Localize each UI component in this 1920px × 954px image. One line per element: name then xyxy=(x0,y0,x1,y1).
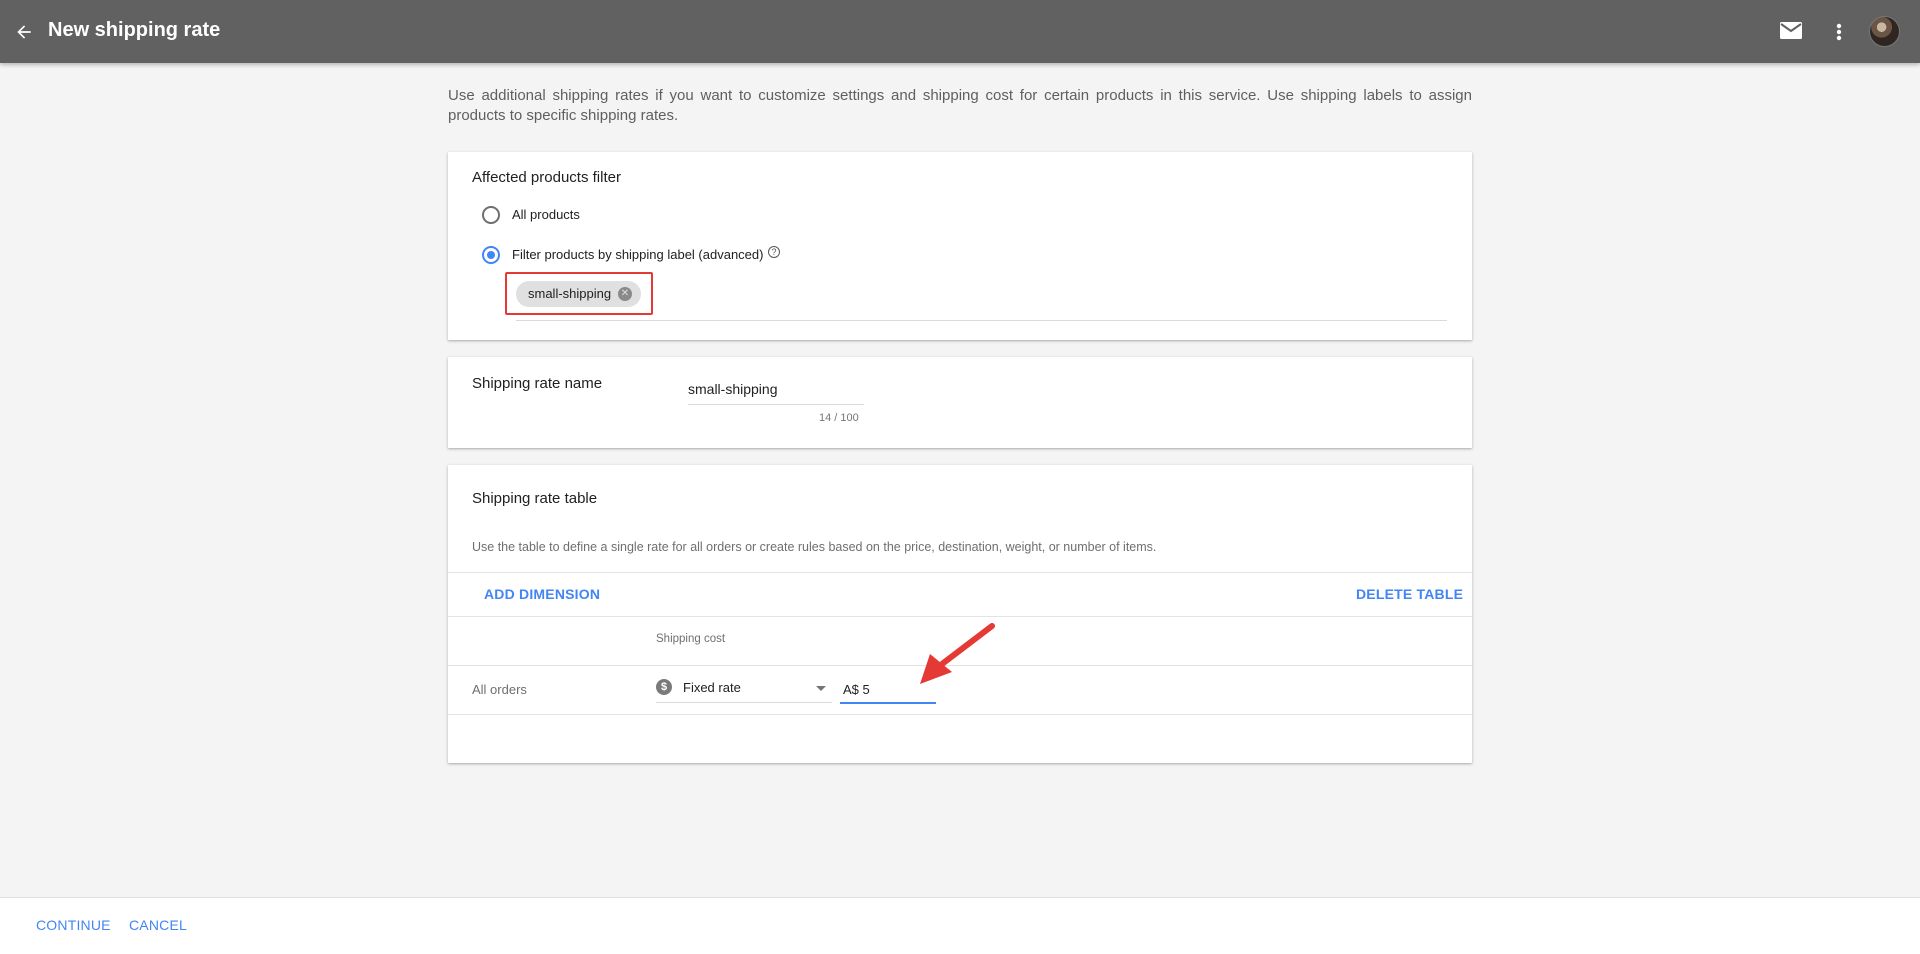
shipping-rate-table-card: Shipping rate table Use the table to def… xyxy=(448,465,1472,763)
footer-action-bar: CONTINUE CANCEL xyxy=(0,897,1920,954)
continue-button[interactable]: CONTINUE xyxy=(36,917,111,933)
help-icon[interactable]: ? xyxy=(768,246,780,258)
character-counter: 14 / 100 xyxy=(819,412,859,424)
mail-button[interactable] xyxy=(1779,20,1805,42)
radio-all-products[interactable] xyxy=(482,206,500,224)
divider xyxy=(448,714,1472,715)
rate-type-select[interactable]: $ Fixed rate xyxy=(656,672,832,703)
rate-type-value: Fixed rate xyxy=(683,680,741,695)
chip-remove-icon[interactable]: ✕ xyxy=(618,287,632,301)
radio-all-products-label[interactable]: All products xyxy=(512,207,580,222)
radio-filter-by-label-label[interactable]: Filter products by shipping label (advan… xyxy=(512,247,763,262)
name-card-title: Shipping rate name xyxy=(472,375,603,392)
chip-label: small-shipping xyxy=(528,286,612,301)
intro-text: Use additional shipping rates if you wan… xyxy=(448,87,1472,124)
shipping-label-chip[interactable]: small-shipping ✕ xyxy=(516,281,641,307)
page-title: New shipping rate xyxy=(48,19,221,41)
affected-products-filter-card: Affected products filter All products Fi… xyxy=(448,152,1472,340)
mail-icon xyxy=(1780,22,1802,39)
shipping-rate-name-card: Shipping rate name 14 / 100 xyxy=(448,357,1472,448)
select-underline xyxy=(656,702,832,703)
dollar-icon: $ xyxy=(656,679,672,695)
chip-input-underline xyxy=(516,320,1447,321)
table-card-title: Shipping rate table xyxy=(472,490,598,507)
app-header: New shipping rate xyxy=(0,0,1920,63)
radio-filter-by-label[interactable] xyxy=(482,246,500,264)
avatar[interactable] xyxy=(1869,16,1900,47)
chevron-down-icon xyxy=(816,686,826,691)
add-dimension-button[interactable]: ADD DIMENSION xyxy=(484,586,600,602)
back-button[interactable] xyxy=(10,18,38,46)
divider xyxy=(448,616,1472,617)
row-label-all-orders: All orders xyxy=(472,682,527,697)
cost-input-underline xyxy=(840,702,936,704)
more-options-button[interactable] xyxy=(1828,18,1850,46)
table-description: Use the table to define a single rate fo… xyxy=(472,540,1157,554)
shipping-rate-name-input[interactable] xyxy=(688,379,864,399)
arrow-back-icon xyxy=(17,25,31,39)
filter-card-title: Affected products filter xyxy=(472,169,621,186)
divider xyxy=(448,572,1472,573)
column-header-shipping-cost: Shipping cost xyxy=(656,633,726,645)
annotation-arrow-icon xyxy=(920,623,995,684)
name-input-underline xyxy=(688,404,864,405)
more-vert-icon xyxy=(1836,23,1842,41)
delete-table-button[interactable]: DELETE TABLE xyxy=(1356,586,1463,602)
cancel-button[interactable]: CANCEL xyxy=(129,917,187,933)
